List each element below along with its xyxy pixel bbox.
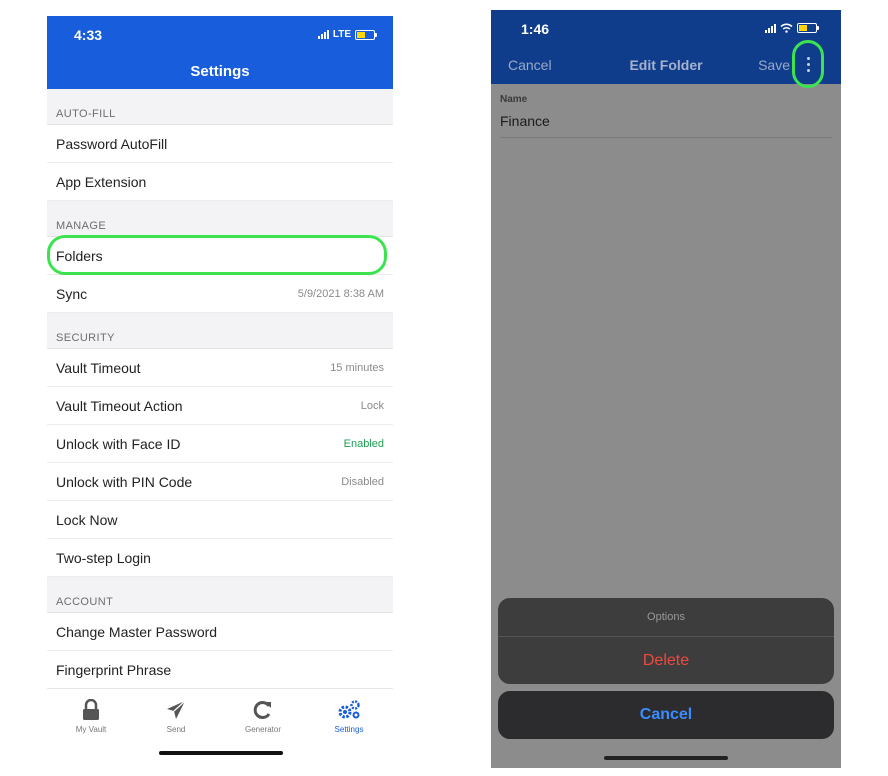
tab-bar: My Vault Send Generator Settings <box>47 688 393 769</box>
kebab-dot-icon <box>806 68 810 72</box>
settings-row-label: Unlock with Face ID <box>56 435 181 452</box>
status-bar: 4:33 LTE <box>47 16 393 54</box>
save-button[interactable]: Save <box>758 57 790 73</box>
more-options-button[interactable] <box>792 40 824 88</box>
section-header: MANAGE <box>47 201 393 237</box>
settings-screen: 4:33 LTE Settings AUTO-FILL Password Auto… <box>47 16 393 769</box>
settings-row-sync[interactable]: Sync 5/9/2021 8:38 AM <box>47 275 393 313</box>
settings-row-label: App Extension <box>56 173 147 190</box>
settings-row-unlock-with-pin-code[interactable]: Unlock with PIN Code Disabled <box>47 463 393 501</box>
kebab-dot-icon <box>806 56 810 60</box>
tab-my-vault[interactable]: My Vault <box>61 699 121 734</box>
settings-row-two-step-login[interactable]: Two-step Login <box>47 539 393 577</box>
settings-row-value: Disabled <box>341 475 384 488</box>
settings-row-folders[interactable]: Folders <box>47 237 393 275</box>
settings-row-vault-timeout-action[interactable]: Vault Timeout Action Lock <box>47 387 393 425</box>
settings-list: AUTO-FILL Password AutoFill App Extension M… <box>47 89 393 689</box>
settings-row-unlock-with-face-id[interactable]: Unlock with Face ID Enabled <box>47 425 393 463</box>
section-header: AUTO-FILL <box>47 89 393 125</box>
section-header: SECURITY <box>47 313 393 349</box>
gears-icon <box>338 700 360 719</box>
field-divider <box>500 137 832 138</box>
page-title: Settings <box>190 63 250 80</box>
tab-generator[interactable]: Generator <box>233 699 293 734</box>
name-field[interactable]: Finance <box>500 113 550 129</box>
settings-row-value: Enabled <box>343 437 384 450</box>
status-time: 1:46 <box>521 21 550 37</box>
signal-icon <box>317 30 329 39</box>
settings-row-value: Lock <box>360 399 384 412</box>
action-sheet-cancel-button[interactable]: Cancel <box>498 691 834 739</box>
send-icon <box>167 700 186 719</box>
settings-row-label: Unlock with PIN Code <box>56 473 193 490</box>
home-indicator <box>159 751 283 755</box>
signal-icon <box>765 23 776 33</box>
tab-settings[interactable]: Settings <box>319 699 379 734</box>
settings-row-change-master-password[interactable]: Change Master Password <box>47 613 393 651</box>
settings-row-value: 15 minutes <box>330 361 384 374</box>
home-indicator <box>604 756 728 760</box>
settings-row-vault-timeout[interactable]: Vault Timeout 15 minutes <box>47 349 393 387</box>
settings-row-value: 5/9/2021 8:38 AM <box>297 287 384 300</box>
settings-row-password-autofill[interactable]: Password AutoFill <box>47 125 393 163</box>
settings-header: 4:33 LTE Settings <box>47 16 393 89</box>
status-time: 4:33 <box>74 27 103 43</box>
settings-row-label: Password AutoFill <box>56 135 168 152</box>
refresh-icon <box>253 701 271 719</box>
section-header: ACCOUNT <box>47 577 393 613</box>
settings-row-label: Vault Timeout <box>56 359 141 376</box>
battery-icon <box>797 23 819 33</box>
settings-row-label: Two-step Login <box>56 549 151 566</box>
settings-row-app-extension[interactable]: App Extension <box>47 163 393 201</box>
settings-row-label: Vault Timeout Action <box>56 397 183 414</box>
kebab-dot-icon <box>806 62 810 66</box>
status-bar: 1:46 <box>491 10 841 48</box>
edit-folder-screen: 1:46 Cancel Edit Folder Save Name Financ… <box>491 10 841 768</box>
battery-icon <box>355 29 377 40</box>
settings-row-lock-now[interactable]: Lock Now <box>47 501 393 539</box>
wifi-icon <box>780 23 793 33</box>
options-action-sheet: Options Delete <box>498 598 834 684</box>
settings-row-fingerprint-phrase[interactable]: Fingerprint Phrase <box>47 651 393 689</box>
network-type: LTE <box>332 29 351 40</box>
delete-button[interactable]: Delete <box>498 637 834 684</box>
settings-row-label: Sync <box>56 285 88 302</box>
settings-row-label: Folders <box>56 247 103 264</box>
settings-row-label: Fingerprint Phrase <box>56 661 172 678</box>
edit-folder-header: 1:46 Cancel Edit Folder Save <box>491 10 841 88</box>
lock-icon <box>83 699 99 720</box>
action-sheet-title: Options <box>498 598 834 637</box>
name-field-label: Name <box>500 94 528 105</box>
settings-row-label: Change Master Password <box>56 623 218 640</box>
nav-bar: Cancel Edit Folder Save <box>491 57 841 77</box>
tab-send[interactable]: Send <box>146 699 206 734</box>
settings-row-label: Lock Now <box>56 511 118 528</box>
